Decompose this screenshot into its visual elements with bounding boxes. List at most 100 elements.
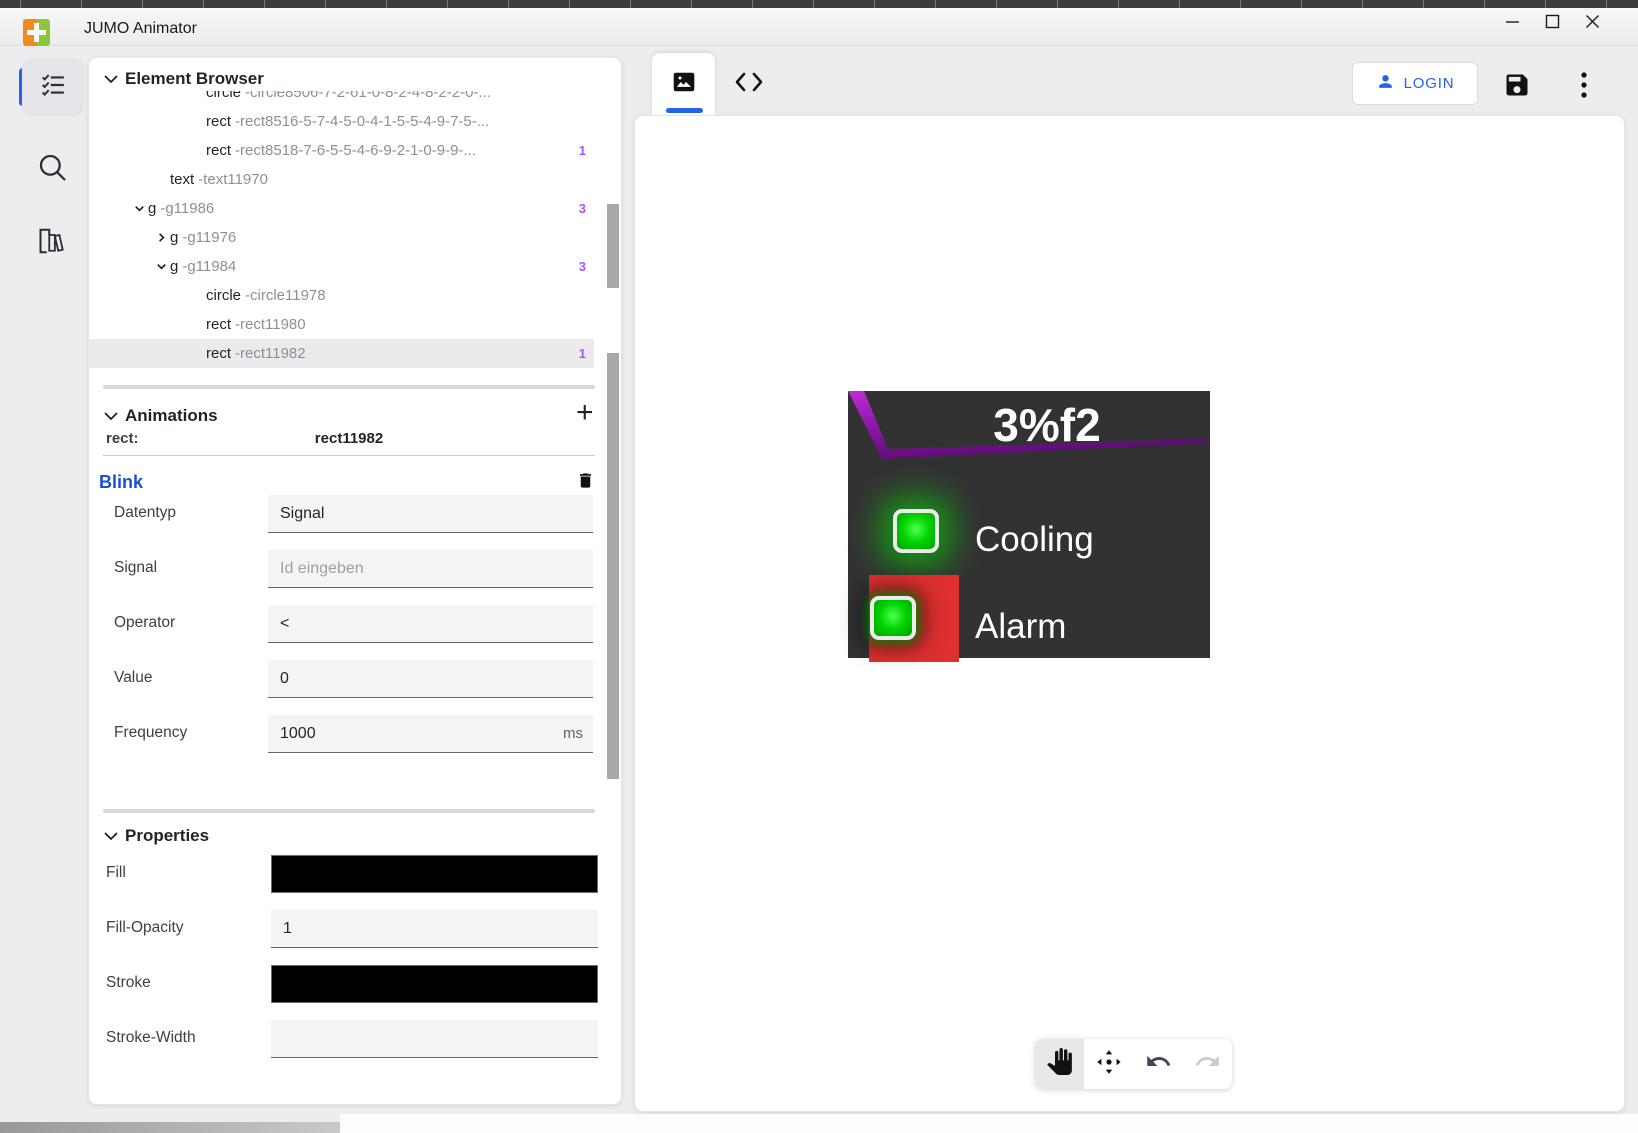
ruler-tick [1545,0,1546,8]
tree-row-circlecircle11978[interactable]: circle-circle11978 [89,281,594,310]
code-icon [734,71,764,98]
ruler-tick [1118,0,1119,8]
background-window-strip [340,1114,1638,1133]
element-browser-title: Element Browser [125,69,264,89]
trash-icon[interactable] [576,470,595,496]
stroke-width-input[interactable] [271,1020,598,1058]
tree-node-type: rect [206,113,231,130]
properties-title: Properties [125,826,209,846]
tree-row-gg11986[interactable]: g-g119863 [89,194,594,223]
maximize-button[interactable] [1532,8,1572,34]
ruler-tick [996,0,997,8]
tree-row-rectrect85165745[interactable]: rect-rect8516-5-7-4-5-0-4-1-5-5-4-9-7-5-… [89,107,594,136]
minimize-button[interactable] [1492,8,1532,34]
active-tab-indicator [666,108,703,113]
field-unit: ms [563,725,583,742]
stroke-color-swatch[interactable] [271,965,598,1003]
tab-code-view[interactable] [733,68,765,100]
chevron-down-icon[interactable] [155,260,168,273]
animation-name-link[interactable]: Blink [99,472,143,493]
tree-node-type: g [170,258,178,275]
property-row-stroke: Stroke [89,965,623,1003]
tree-node-type: rect [206,345,231,362]
datentyp-input[interactable]: Signal [268,495,593,533]
undo-icon [1145,1048,1172,1080]
chevron-right-icon[interactable] [155,231,168,244]
ruler-tick [752,0,753,8]
field-row-frequency: Frequency1000ms [89,715,623,753]
tab-design-view[interactable] [652,53,715,115]
window-title: JUMO Animator [84,20,197,38]
field-label: Value [114,669,153,687]
fill-color-swatch[interactable] [271,855,598,893]
ruler-tick [1606,0,1607,8]
ruler-tick [569,0,570,8]
ruler-tick [630,0,631,8]
animation-count-badge: 1 [579,346,586,361]
properties-header[interactable]: Properties [104,826,209,846]
panel-scrollbar[interactable] [607,353,619,779]
tree-node-id: -rect8516-5-7-4-5-0-4-1-5-5-4-9-7-5-... [235,113,489,130]
property-row-fill-opacity: Fill-Opacity 1 [89,910,623,948]
property-label: Stroke [106,974,151,992]
ruler-tick [1362,0,1363,8]
field-row-datentyp: Datentyp Signal [89,495,623,533]
field-row-signal: SignalId eingeben [89,550,623,588]
svg-widget-panel[interactable]: 3%f2 CoolingAlarm [848,391,1210,658]
chevron-down-icon [104,406,118,426]
rail-item-search[interactable] [22,141,84,199]
property-label: Stroke-Width [106,1029,196,1047]
tree-row-texttext11970[interactable]: text-text11970 [89,165,594,194]
value-input[interactable]: 0 [268,660,593,698]
chevron-down-icon [104,69,118,89]
tree-node-id: -rect11982 [235,345,306,362]
animations-title: Animations [125,406,218,426]
widget-item-alarm: Alarm [848,582,1210,672]
ruler-tick [691,0,692,8]
tree-row-gg11984[interactable]: g-g119843 [89,252,594,281]
close-button[interactable] [1572,8,1612,34]
kebab-menu-icon[interactable] [1572,69,1596,101]
tree-row-circlecircle850672[interactable]: circle-circle8506-7-2-61-0-8-2-4-8-2-2-0… [89,91,594,107]
tree-row-rectrect11982[interactable]: rect-rect11982 1 [89,339,594,368]
rail-item-library[interactable] [22,214,84,272]
field-row-operator: Operator< [89,605,623,643]
property-label: Fill [106,864,126,882]
signal-input[interactable]: Id eingeben [268,550,593,588]
ruler-tick [203,0,204,8]
chevron-down-icon[interactable] [133,202,146,215]
tree-node-id: -rect8518-7-6-5-5-4-6-9-2-1-0-9-9-... [235,142,476,159]
fill-opacity-input[interactable]: 1 [271,910,598,948]
field-value: Signal [280,505,324,523]
tree-row-rectrect85187655[interactable]: rect-rect8518-7-6-5-5-4-6-9-2-1-0-9-9-..… [89,136,594,165]
tree-row-gg11976[interactable]: g-g11976 [89,223,594,252]
widget-title: 3%f2 [884,398,1210,452]
frequency-input[interactable]: 1000ms [268,715,593,753]
rail-item-checklist[interactable] [22,58,84,116]
tree-node-id: -g11976 [182,229,236,246]
tree-node-id: -circle11978 [245,287,326,304]
redo-icon [1194,1048,1221,1080]
save-icon[interactable] [1503,71,1531,99]
field-value: 0 [280,670,289,688]
move-button[interactable] [1084,1039,1133,1089]
hand-button[interactable] [1035,1039,1084,1089]
property-label: Fill-Opacity [106,919,184,937]
widget-item-cooling: Cooling [848,495,1210,585]
animations-header[interactable]: Animations [104,406,218,426]
ruler-tick [325,0,326,8]
tree-scrollbar[interactable] [607,204,619,288]
element-browser-header[interactable]: Element Browser [104,69,264,89]
animation-target-id: rect11982 [103,430,595,447]
operator-input[interactable]: < [268,605,593,643]
field-label: Datentyp [114,504,176,522]
undo-button[interactable] [1134,1039,1183,1089]
ruler-tick [264,0,265,8]
login-button[interactable]: LOGIN [1352,62,1478,105]
ruler-tick [386,0,387,8]
tree-node-type: rect [206,316,231,333]
ruler-tick [1484,0,1485,8]
redo-button [1183,1039,1232,1089]
tree-row-rectrect11980[interactable]: rect-rect11980 [89,310,594,339]
ruler-tick [1301,0,1302,8]
